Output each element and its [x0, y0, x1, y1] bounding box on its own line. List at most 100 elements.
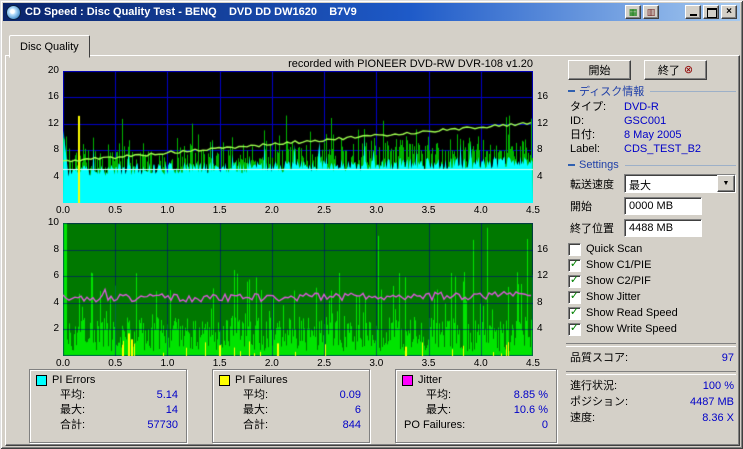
axis-tick-label: 2.0	[264, 205, 279, 216]
checkbox-box: ✓	[568, 322, 581, 336]
axis-tick-label: 8	[537, 144, 543, 156]
axis-tick-label: 1.5	[212, 205, 227, 216]
section-dash-icon	[568, 90, 575, 92]
pi-errors-legend-title: PI Errors	[52, 374, 96, 386]
check-icon: ✓	[569, 322, 580, 334]
axis-tick-label: 1.0	[160, 205, 175, 216]
pi-failures-max-value: 6	[354, 404, 361, 416]
pi-errors-chart	[63, 71, 533, 203]
disc-type-value: DVD-R	[624, 101, 659, 113]
position-label: ポジション:	[570, 396, 629, 408]
checkbox-show-c2-pif[interactable]: ✓ Show C2/PIF	[568, 273, 738, 289]
axis-tick-label: 1.0	[160, 358, 175, 369]
axis-tick-label: 2.5	[317, 205, 332, 216]
pi-errors-legend: PI Errors 平均: 5.14 最大: 14 合計: 57730	[29, 369, 187, 443]
titlebar[interactable]: CD Speed : Disc Quality Test - BENQ DVD …	[3, 3, 740, 21]
jitter-legend: Jitter 平均: 8.85 % 最大: 10.6 % PO Failures: 0	[395, 369, 557, 443]
pi-errors-max-value: 14	[165, 404, 178, 416]
axis-tick-label: 6	[53, 270, 59, 282]
save-chart-button[interactable]: ▥	[643, 5, 659, 19]
end-position-value: 4488 MB	[629, 221, 674, 234]
axis-tick-label: 4	[537, 170, 543, 182]
maximize-button[interactable]	[703, 5, 719, 19]
axis-tick-label: 4.0	[473, 205, 488, 216]
app-icon	[6, 4, 21, 20]
axis-tick-label: 12	[537, 270, 549, 282]
axis-tick-label: 2	[53, 323, 59, 335]
transfer-speed-select[interactable]: 最大 ▼	[624, 174, 736, 193]
tab-page: recorded with PIONEER DVD-RW DVR-108 v1.…	[5, 55, 740, 446]
checkbox-show-write-speed[interactable]: ✓ Show Write Speed	[568, 321, 738, 337]
disc-label-label: Label:	[570, 143, 600, 155]
speed-label: 速度:	[570, 412, 596, 424]
save-icon: ▥	[646, 7, 656, 17]
checkbox-show-jitter[interactable]: ✓ Show Jitter	[568, 289, 738, 305]
divider	[566, 371, 736, 375]
disc-label-value: CDS_TEST_B2	[624, 143, 702, 155]
axis-tick-label: 4	[537, 323, 543, 335]
checkbox-label: Show Write Speed	[586, 323, 677, 335]
exit-icon: ⊗	[683, 63, 694, 76]
tab-label: Disc Quality	[20, 40, 79, 53]
control-panel: 開始 終了 ⊗ ディスク情報 タイプ: DVD-R ID: GSC001 日付: 8 M…	[562, 58, 738, 425]
end-position-field[interactable]: 4488 MB	[624, 218, 702, 237]
dropdown-button[interactable]: ▼	[717, 175, 735, 192]
checkbox-show-c1-pie[interactable]: ✓ Show C1/PIE	[568, 257, 738, 273]
position-value: 4487 MB	[689, 396, 734, 408]
pi-errors-total-value: 57730	[147, 419, 178, 431]
disc-date-label: 日付:	[570, 129, 596, 141]
pi-failures-swatch	[219, 374, 230, 386]
start-button[interactable]: 開始	[568, 60, 631, 80]
axis-tick-label: 4	[53, 296, 59, 308]
quality-score-value: 97	[721, 352, 734, 364]
copy-chart-button[interactable]: ▦	[625, 5, 641, 19]
axis-tick-label: 8	[53, 243, 59, 255]
pi-failures-legend: PI Failures 平均: 0.09 最大: 6 合計: 844	[212, 369, 370, 443]
axis-tick-label: 12	[47, 117, 59, 129]
titlebar-buttons: ▦ ▥ ×	[625, 5, 737, 19]
axis-tick-label: 20	[47, 65, 59, 76]
close-icon: ×	[726, 6, 732, 17]
axis-tick-label: 0.5	[108, 205, 123, 216]
check-icon: ✓	[569, 290, 580, 302]
axis-tick-label: 16	[47, 91, 59, 103]
minimize-button[interactable]	[685, 5, 701, 19]
checkbox-box: ✓	[568, 290, 581, 304]
axis-tick-label: 4.0	[473, 358, 488, 369]
pi-failures-avg-value: 0.09	[339, 389, 361, 401]
checkbox-quick-scan[interactable]: Quick Scan	[568, 241, 738, 257]
progress-value: 100 %	[702, 380, 734, 392]
check-icon: ✓	[569, 274, 580, 286]
start-position-field[interactable]: 0000 MB	[624, 196, 702, 215]
pi-errors-avg-label: 平均:	[60, 389, 86, 401]
exit-button[interactable]: 終了 ⊗	[644, 60, 707, 80]
start-button-label: 開始	[588, 65, 611, 77]
transfer-speed-value: 最大	[629, 180, 651, 192]
pi-errors-total-label: 合計:	[60, 419, 86, 431]
axis-tick-label: 3.0	[369, 358, 384, 369]
close-button[interactable]: ×	[721, 5, 737, 19]
disc-id-label: ID:	[570, 115, 585, 127]
jitter-max-value: 10.6 %	[513, 404, 548, 416]
exit-button-label: 終了	[657, 65, 680, 77]
recorded-with-note: recorded with PIONEER DVD-RW DVR-108 v1.…	[288, 58, 533, 70]
axis-tick-label: 0.0	[56, 205, 70, 216]
speed-value: 8.36 X	[702, 412, 734, 424]
axis-tick-label: 0.5	[108, 358, 123, 369]
pi-failures-avg-label: 平均:	[243, 389, 269, 401]
disc-info-header: ディスク情報	[568, 83, 736, 99]
axis-tick-label: 16	[537, 91, 549, 103]
pi-errors-max-label: 最大:	[60, 404, 86, 416]
transfer-speed-label: 転送速度	[570, 178, 614, 191]
end-position-label: 終了位置	[570, 222, 614, 235]
divider	[566, 343, 736, 347]
window-title: CD Speed : Disc Quality Test - BENQ DVD …	[25, 6, 357, 18]
po-failures-label: PO Failures:	[404, 419, 466, 431]
tab-disc-quality[interactable]: Disc Quality	[9, 35, 90, 58]
options-checkbox-group: Quick Scan ✓ Show C1/PIE ✓ Show C2/PIF ✓ Sh…	[568, 241, 738, 337]
axis-tick-label: 3.5	[421, 205, 436, 216]
axis-tick-label: 0.0	[56, 358, 70, 369]
checkbox-show-read-speed[interactable]: ✓ Show Read Speed	[568, 305, 738, 321]
axis-tick-label: 2.5	[317, 358, 332, 369]
pi-errors-swatch	[36, 374, 47, 386]
